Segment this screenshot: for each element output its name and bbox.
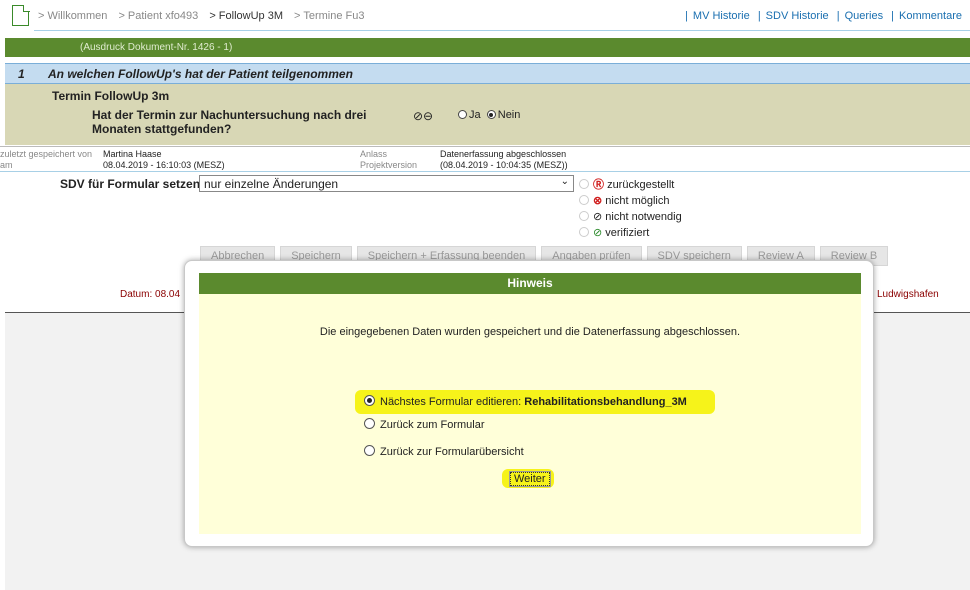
label-ja: Ja	[469, 109, 481, 121]
label-nein: Nein	[497, 109, 521, 121]
footer-ort: Ludwigshafen	[877, 289, 939, 300]
label-zurueckgestellt: zurückgestellt	[607, 179, 675, 191]
question-area: Termin FollowUp 3m Hat der Termin zur Na…	[5, 84, 970, 145]
option-next-form[interactable]: Nächstes Formular editieren: Rehabilitat…	[364, 395, 687, 408]
anlass-label: Anlass	[360, 149, 388, 159]
radio-back-to-form[interactable]	[364, 418, 375, 429]
dialog-message: Die eingegebenen Daten wurden gespeicher…	[319, 326, 741, 338]
weiter-button[interactable]: Weiter	[509, 471, 551, 487]
next-form-name: Rehabilitationsbehandlung_3M	[524, 396, 687, 408]
link-queries[interactable]: Queries	[845, 10, 884, 22]
radio-ja[interactable]	[458, 110, 467, 119]
saved-by: Martina Haase	[103, 149, 162, 159]
option-back-to-overview[interactable]: Zurück zur Formularübersicht	[364, 445, 524, 458]
breadcrumb-followup[interactable]: > FollowUp 3M	[209, 10, 283, 22]
saved-at-label: am	[0, 160, 13, 170]
radio-zurueckgestellt[interactable]	[579, 179, 589, 189]
error-icon: ⊗	[593, 195, 603, 207]
sdv-label: SDV für Formular setzen:	[60, 177, 205, 191]
sdv-select[interactable]: nur einzelne Änderungen ⌄	[199, 175, 574, 192]
top-divider	[34, 30, 970, 31]
radio-nicht-moeglich[interactable]	[579, 195, 589, 205]
option-back-to-form[interactable]: Zurück zum Formular	[364, 418, 485, 431]
projektversion-label: Projektversion	[360, 160, 418, 170]
question-text: Hat der Termin zur Nachuntersuchung nach…	[92, 108, 367, 136]
document-icon	[12, 4, 30, 26]
sdv-option-zurueckgestellt[interactable]: Ⓡ zurückgestellt	[579, 177, 682, 193]
breadcrumb: > Willkommen > Patient xfo493 > FollowUp…	[38, 10, 372, 22]
sdv-options: Ⓡ zurückgestellt ⊗ nicht möglich ⊘ nicht…	[579, 177, 682, 241]
status-icons[interactable]: ⊘⊖	[413, 109, 433, 123]
radio-back-to-overview[interactable]	[364, 445, 375, 456]
option-next-form-label: Nächstes Formular editieren:	[380, 396, 525, 408]
breadcrumb-patient[interactable]: > Patient xfo493	[118, 10, 198, 22]
label-verifiziert: verifiziert	[605, 227, 650, 239]
check-circle-icon: ⊘	[593, 211, 603, 223]
top-links: | MV Historie | SDV Historie | Queries | Kom…	[685, 10, 962, 22]
footer-datum: Datum: 08.04	[120, 289, 181, 300]
sdv-select-value: nur einzelne Änderungen	[204, 177, 339, 191]
sdv-option-nicht-notwendig[interactable]: ⊘ nicht notwendig	[579, 209, 682, 225]
question-icon: Ⓡ	[593, 179, 604, 191]
saved-at: 08.04.2019 - 16:10:03 (MESZ)	[103, 160, 225, 170]
link-kommentare[interactable]: Kommentare	[899, 10, 962, 22]
print-doc-label: (Ausdruck Dokument-Nr. 1426 - 1)	[80, 42, 233, 53]
radio-nicht-notwendig[interactable]	[579, 211, 589, 221]
label-nicht-notwendig: nicht notwendig	[605, 211, 682, 223]
top-bar: > Willkommen > Patient xfo493 > FollowUp…	[0, 0, 970, 30]
sdv-option-nicht-moeglich[interactable]: ⊗ nicht möglich	[579, 193, 682, 209]
breadcrumb-willkommen[interactable]: > Willkommen	[38, 10, 107, 22]
label-nicht-moeglich: nicht möglich	[605, 195, 670, 207]
dialog-body: Die eingegebenen Daten wurden gespeicher…	[199, 294, 861, 534]
breadcrumb-termine[interactable]: > Termine Fu3	[294, 10, 364, 22]
print-doc-bar: (Ausdruck Dokument-Nr. 1426 - 1)	[5, 38, 970, 57]
chevron-down-icon: ⌄	[560, 176, 569, 187]
hinweis-dialog: Hinweis Die eingegebenen Daten wurden ge…	[184, 260, 874, 547]
anlass-time: (08.04.2019 - 10:04:35 (MESZ))	[440, 160, 568, 170]
saved-by-label: zuletzt gespeichert von	[0, 149, 93, 159]
radio-nein[interactable]	[486, 110, 496, 119]
radio-next-form[interactable]	[364, 395, 375, 406]
dialog-title: Hinweis	[199, 273, 861, 294]
group-title: Termin FollowUp 3m	[52, 89, 170, 103]
section-header: 1 An welchen FollowUp's hat der Patient t…	[5, 63, 970, 84]
option-back-to-overview-label: Zurück zur Formularübersicht	[380, 446, 524, 458]
radio-verifiziert[interactable]	[579, 227, 589, 237]
yes-no-options: Ja Nein	[458, 109, 520, 121]
section-number: 1	[18, 67, 25, 81]
link-sdv-historie[interactable]: SDV Historie	[766, 10, 829, 22]
meta-info: zuletzt gespeichert von am Martina Haase…	[0, 146, 970, 172]
sdv-option-verifiziert[interactable]: ⊘ verifiziert	[579, 225, 682, 241]
section-title: An welchen FollowUp's hat der Patient te…	[48, 67, 353, 81]
verified-icon: ⊘	[593, 227, 603, 239]
link-mv-historie[interactable]: MV Historie	[693, 10, 750, 22]
option-back-to-form-label: Zurück zum Formular	[380, 419, 485, 431]
anlass-value: Datenerfassung abgeschlossen	[440, 149, 567, 159]
